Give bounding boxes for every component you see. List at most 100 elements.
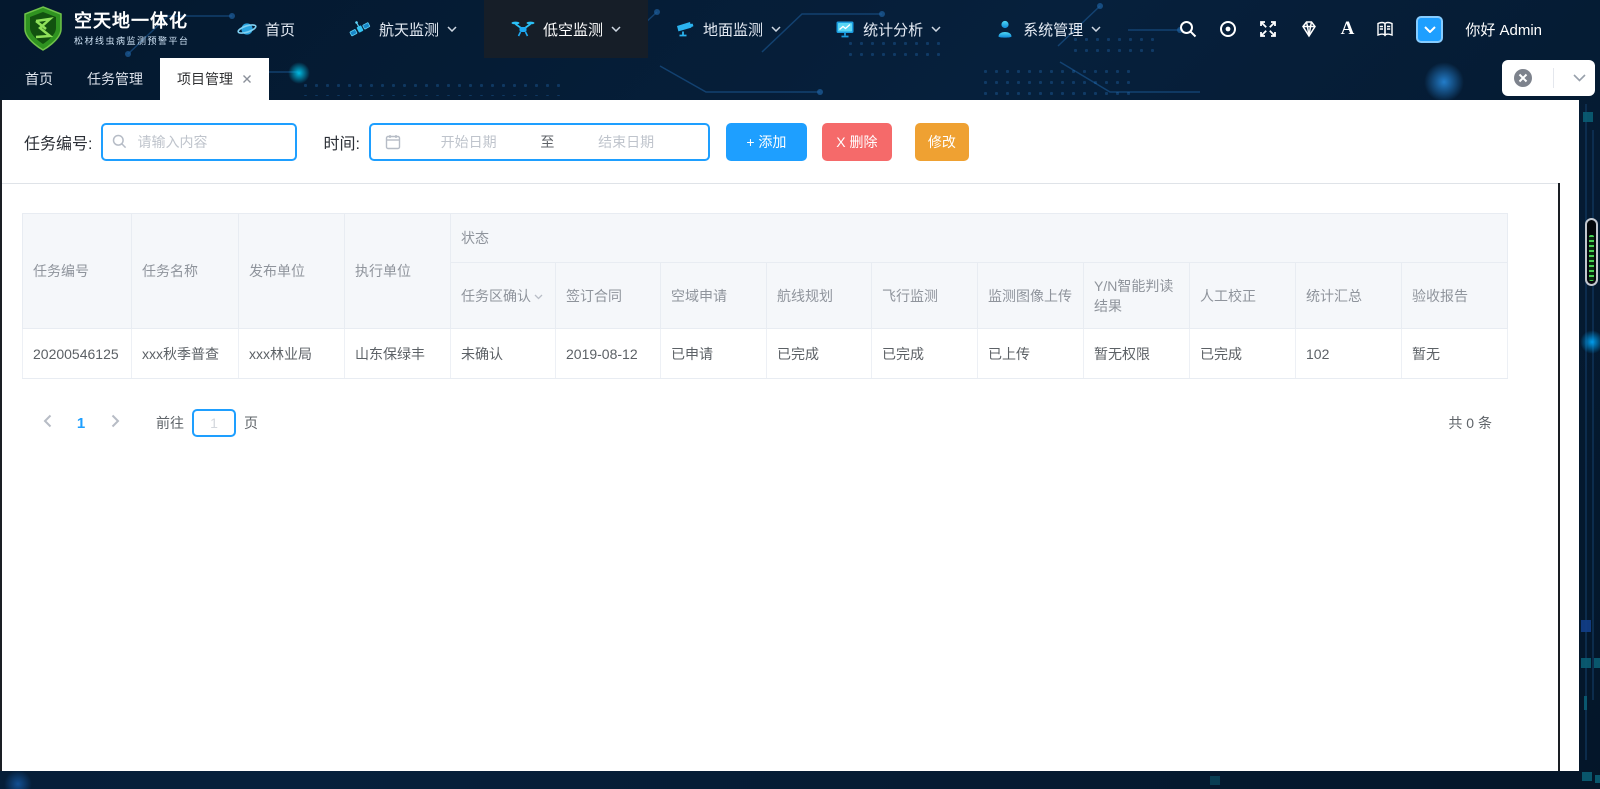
chevron-down-icon: [931, 26, 941, 32]
col-airspace-application: 空域申请: [661, 263, 767, 329]
cell-statistics-summary: 102: [1296, 329, 1402, 379]
chevron-down-icon: [611, 26, 621, 32]
content-left-border: [0, 100, 2, 771]
camera-icon: [675, 19, 695, 39]
col-task-area-confirm[interactable]: 任务区确认: [451, 263, 556, 329]
modify-button[interactable]: 修改: [915, 123, 969, 161]
chevron-down-icon: [1424, 26, 1436, 33]
total-count: 共 0 条: [1448, 413, 1492, 433]
next-page-button[interactable]: [98, 414, 132, 433]
app-subtitle: 松材线虫病监测预警平台: [74, 34, 190, 47]
tabs-menu-button[interactable]: [1573, 74, 1586, 82]
nav-item-label: 地面监测: [703, 19, 763, 40]
date-separator: 至: [536, 132, 558, 152]
col-acceptance-report: 验收报告: [1402, 263, 1508, 329]
chevron-down-icon: [447, 26, 457, 32]
tab-task-management[interactable]: 任务管理: [70, 58, 160, 100]
cell-flight-monitoring: 已完成: [872, 329, 978, 379]
cell-acceptance-report: 暂无: [1402, 329, 1508, 379]
col-image-upload: 监测图像上传: [978, 263, 1084, 329]
end-date-placeholder: 结束日期: [558, 132, 694, 152]
col-sign-contract: 签订合同: [556, 263, 661, 329]
time-label: 时间:: [323, 130, 359, 154]
goto-page-input[interactable]: [192, 409, 236, 437]
task-number-label: 任务编号:: [24, 130, 92, 154]
gem-icon[interactable]: [1299, 20, 1319, 38]
nav-item-label: 低空监测: [543, 19, 603, 40]
task-number-input-wrap: [101, 123, 297, 161]
chevron-down-icon: [771, 26, 781, 32]
app-title: 空天地一体化: [74, 11, 190, 31]
date-range-picker[interactable]: 开始日期 至 结束日期: [369, 123, 710, 161]
nav-item-space-monitoring[interactable]: 航天监测: [322, 0, 484, 58]
cell-route-planning: 已完成: [767, 329, 872, 379]
add-button[interactable]: + 添加: [726, 123, 807, 161]
target-icon[interactable]: [1219, 20, 1237, 38]
col-statistics-summary: 统计汇总: [1296, 263, 1402, 329]
nav-item-low-altitude-monitoring[interactable]: 低空监测: [484, 0, 648, 58]
nav-item-label: 航天监测: [379, 19, 439, 40]
delete-button[interactable]: X 删除: [822, 123, 892, 161]
cell-sign-contract: 2019-08-12: [556, 329, 661, 379]
drone-icon: [511, 19, 535, 39]
goto-label: 前往: [156, 413, 184, 433]
tabs-actions: [1502, 60, 1595, 96]
app-window: 空天地一体化 松材线虫病监测预警平台 首页: [0, 0, 1600, 789]
task-number-input[interactable]: [101, 123, 297, 161]
col-task-number: 任务编号: [23, 214, 132, 329]
search-icon[interactable]: [1179, 20, 1197, 38]
planet-icon: [237, 19, 257, 39]
navbar-actions: A 你好 Admin: [1179, 16, 1600, 43]
nav-item-statistical-analysis[interactable]: 统计分析: [808, 0, 968, 58]
nav-item-label: 首页: [265, 19, 295, 40]
cell-publish-unit: xxx林业局: [239, 329, 345, 379]
col-yn-interpretation: Y/N智能判读结果: [1084, 263, 1190, 329]
col-route-planning: 航线规划: [767, 263, 872, 329]
divider: [1553, 68, 1554, 88]
close-icon[interactable]: [242, 74, 252, 84]
col-execute-unit: 执行单位: [345, 214, 451, 329]
fullscreen-icon[interactable]: [1259, 20, 1277, 38]
tab-project-management[interactable]: 项目管理: [160, 58, 269, 100]
cell-task-area-confirm: 未确认: [451, 329, 556, 379]
monitor-icon: [835, 19, 855, 39]
top-navbar: 空天地一体化 松材线虫病监测预警平台 首页: [0, 0, 1600, 58]
filter-bar: 任务编号: 时间: 开始日期 至 结束日期 + 添: [0, 100, 1579, 183]
close-all-tabs-button[interactable]: [1512, 67, 1534, 89]
col-flight-monitoring: 飞行监测: [872, 263, 978, 329]
tab-home[interactable]: 首页: [8, 58, 70, 100]
language-icon[interactable]: [1376, 20, 1394, 38]
start-date-placeholder: 开始日期: [401, 132, 537, 152]
scrollbar-thumb[interactable]: [1585, 218, 1598, 286]
search-icon: [112, 134, 127, 149]
cell-task-number: 20200546125: [23, 329, 132, 379]
nav-item-home[interactable]: 首页: [210, 0, 322, 58]
table-row[interactable]: 20200546125 xxx秋季普查 xxx林业局 山东保绿丰 未确认 201…: [23, 329, 1508, 379]
tasks-table: 任务编号 任务名称 发布单位 执行单位 状态 任务区确认 签订合同 空域申请 航…: [22, 213, 1508, 379]
divider: [0, 183, 1559, 184]
cell-airspace-application: 已申请: [661, 329, 767, 379]
col-manual-correction: 人工校正: [1190, 263, 1296, 329]
nav-item-ground-monitoring[interactable]: 地面监测: [648, 0, 808, 58]
cell-execute-unit: 山东保绿丰: [345, 329, 451, 379]
prev-page-button[interactable]: [30, 414, 64, 433]
user-greeting: 你好 Admin: [1465, 19, 1542, 40]
satellite-icon: [349, 19, 371, 39]
tabs-bar: 首页 任务管理 项目管理: [0, 58, 1600, 100]
col-task-name: 任务名称: [132, 214, 239, 329]
content-right-border: [1558, 183, 1560, 771]
col-publish-unit: 发布单位: [239, 214, 345, 329]
page-number-1[interactable]: 1: [64, 415, 98, 432]
calendar-icon: [385, 134, 401, 150]
col-group-status: 状态: [451, 214, 1508, 263]
main-content: 任务编号: 时间: 开始日期 至 结束日期 + 添: [0, 100, 1579, 771]
sort-caret-icon[interactable]: [534, 285, 543, 305]
font-size-icon[interactable]: A: [1341, 20, 1355, 38]
main-menu: 首页 航天监测: [210, 0, 1128, 58]
nav-item-label: 统计分析: [863, 19, 923, 40]
page-unit-label: 页: [244, 413, 258, 433]
user-dropdown-button[interactable]: [1416, 16, 1443, 43]
cell-manual-correction: 已完成: [1190, 329, 1296, 379]
app-logo: [22, 6, 64, 52]
nav-item-system-management[interactable]: 系统管理: [968, 0, 1128, 58]
